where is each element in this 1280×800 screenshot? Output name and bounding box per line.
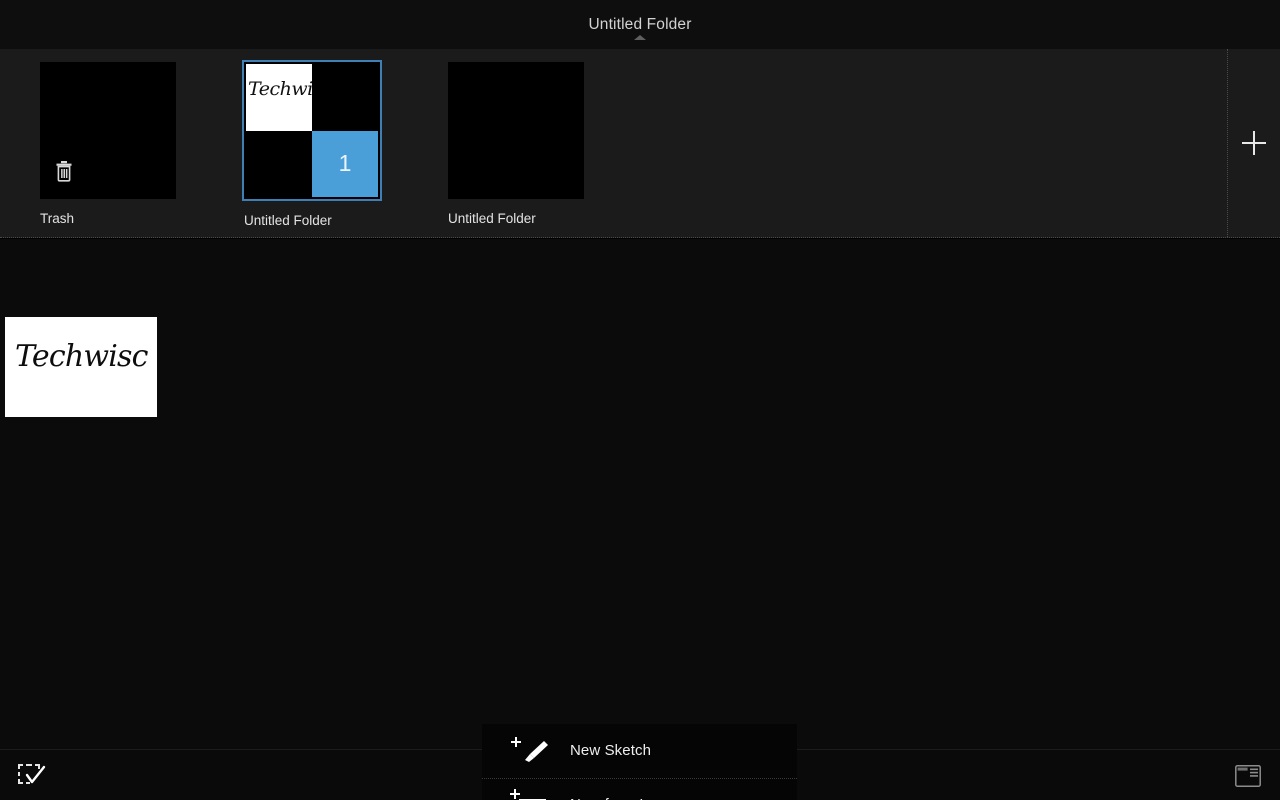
folder-count-badge: 1: [339, 152, 352, 175]
select-button[interactable]: [12, 759, 54, 793]
folder-label: Untitled Folder: [244, 213, 332, 229]
select-check-icon: [18, 764, 48, 788]
folder-label: Trash: [40, 211, 74, 227]
sketch-handwriting-text: Techwisc: [15, 339, 148, 374]
layout-panel-icon: [1235, 765, 1261, 787]
folder-thumbnail[interactable]: Techwis 1: [242, 60, 382, 201]
folder-thumbnail[interactable]: [40, 62, 176, 199]
mosaic-handwriting-preview: Techwis: [248, 78, 312, 100]
folder-item-untitled-folder-selected[interactable]: Techwis 1 Untitled Folder: [244, 62, 380, 229]
add-folder-button[interactable]: [1227, 49, 1280, 237]
page-title: Untitled Folder: [588, 16, 691, 33]
mosaic-cell-sketch: Techwis: [246, 64, 312, 131]
menu-item-label: New Sketch: [570, 742, 651, 760]
folder-item-untitled-folder[interactable]: Untitled Folder: [448, 62, 584, 227]
plus-icon: [1240, 129, 1268, 157]
trash-icon: [55, 160, 73, 182]
sketch-thumbnail[interactable]: Techwisc: [5, 317, 157, 417]
mosaic-cell-count: 1: [312, 131, 378, 198]
menu-item-label: New from Image: [570, 796, 681, 800]
menu-item-new-from-image[interactable]: New from Image: [482, 778, 797, 800]
sketch-canvas-area[interactable]: Techwisc: [0, 239, 1280, 749]
new-sketch-icon: [510, 735, 552, 767]
folder-mosaic: Techwis 1: [246, 64, 378, 197]
folder-label: Untitled Folder: [448, 211, 536, 227]
folder-strip: Trash Techwis 1 Untitled: [0, 49, 1280, 238]
folder-thumbnail[interactable]: [448, 62, 584, 199]
new-from-image-icon: [510, 789, 552, 800]
menu-item-new-sketch[interactable]: New Sketch: [482, 724, 797, 778]
chevron-up-icon[interactable]: [634, 35, 646, 40]
mosaic-cell-empty: [246, 131, 312, 198]
mosaic-cell-empty: [312, 64, 378, 131]
folder-list[interactable]: Trash Techwis 1 Untitled: [0, 49, 1227, 237]
folder-item-trash[interactable]: Trash: [40, 62, 176, 227]
titlebar: Untitled Folder: [0, 0, 1280, 49]
app-root: Untitled Folder: [0, 0, 1280, 800]
layout-panel-button[interactable]: [1230, 760, 1266, 792]
new-item-context-menu[interactable]: New Sketch New from Im: [482, 724, 797, 800]
